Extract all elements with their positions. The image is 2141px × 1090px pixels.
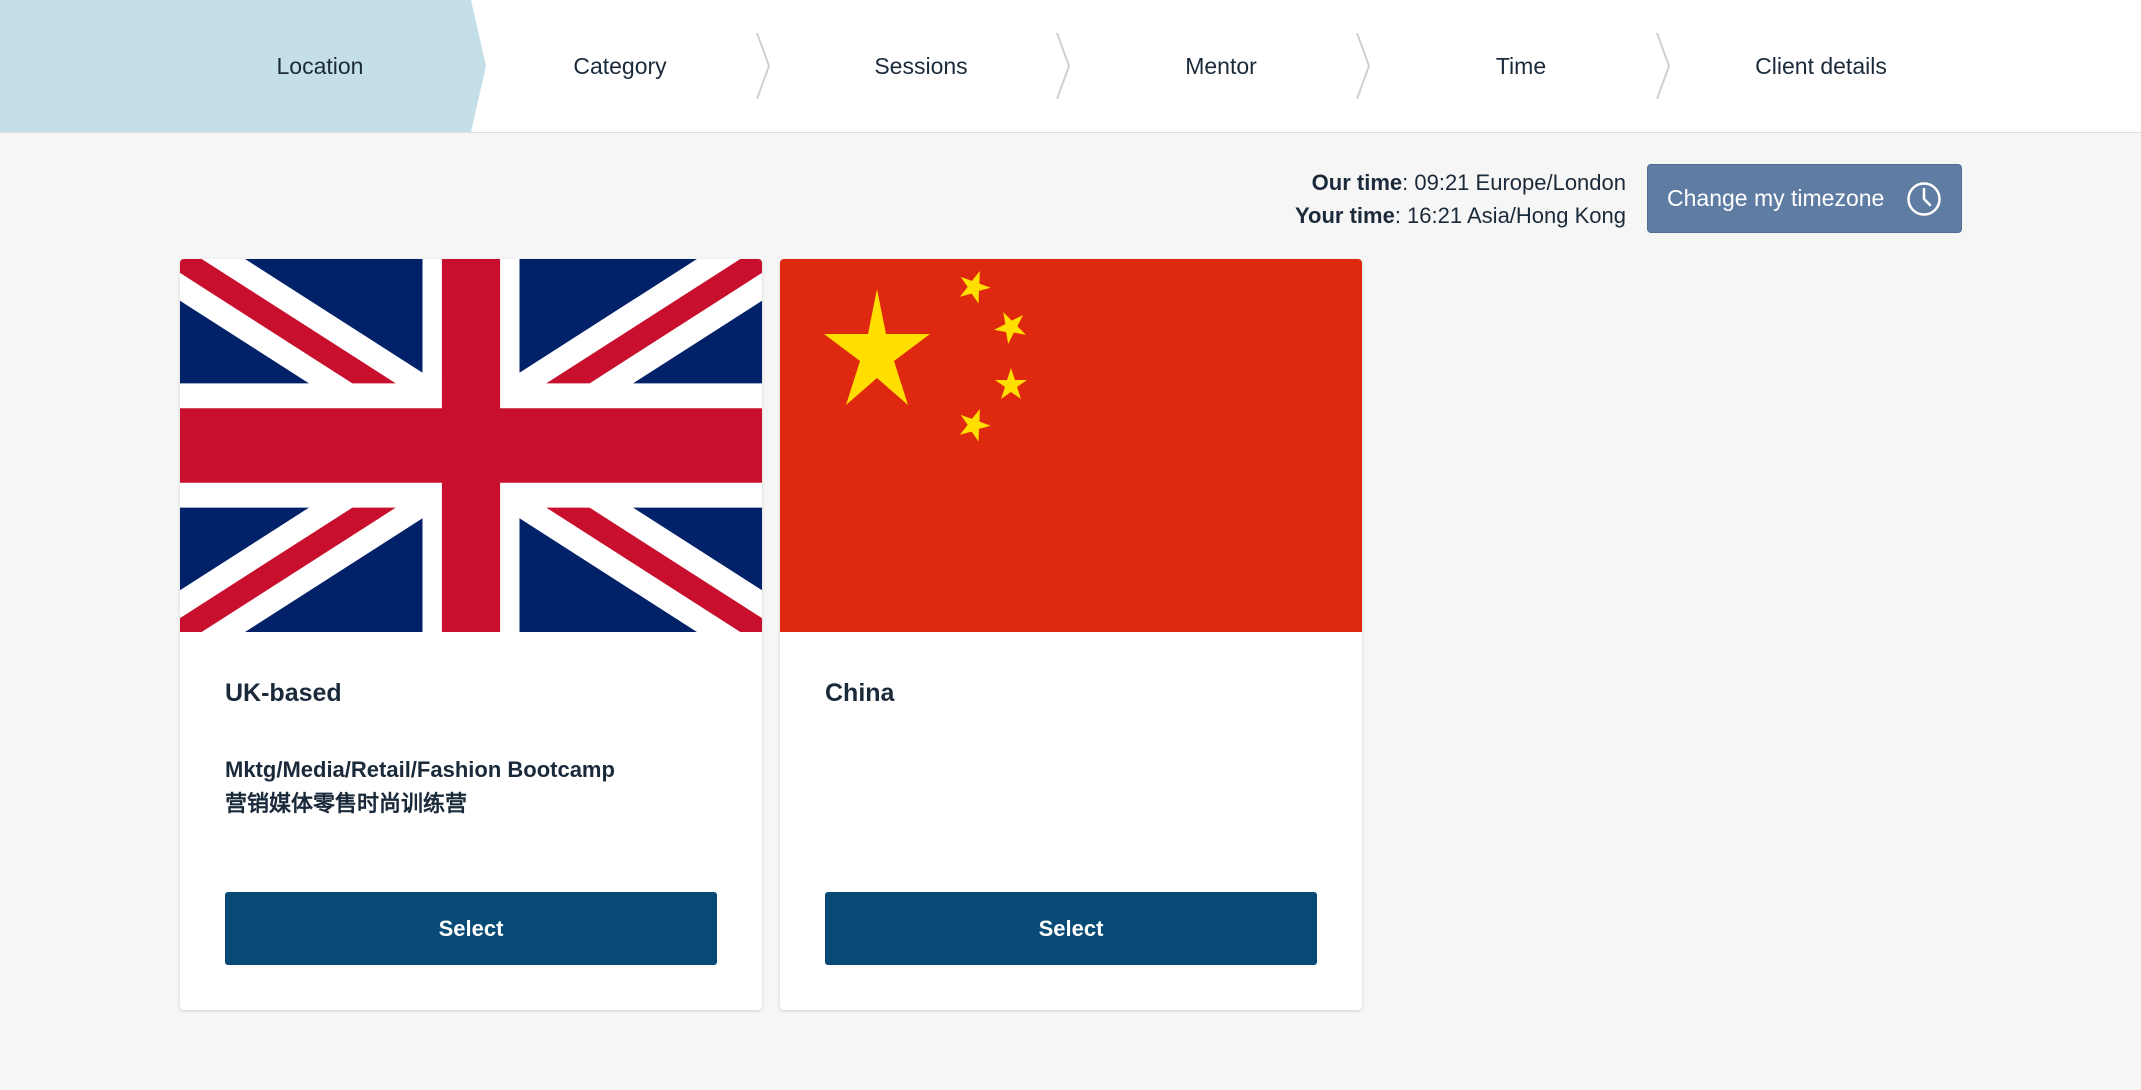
- step-sessions[interactable]: Sessions: [771, 0, 1071, 132]
- step-label: Location: [276, 52, 364, 79]
- our-time-label: Our time: [1311, 170, 1403, 195]
- uk-flag: [180, 259, 762, 632]
- your-time-value: : 16:21 Asia/Hong Kong: [1394, 203, 1626, 228]
- change-timezone-label: Change my timezone: [1667, 185, 1885, 211]
- card-title: UK-based: [225, 679, 342, 707]
- your-time-row: Your time: 16:21 Asia/Hong Kong: [1295, 199, 1626, 232]
- step-client-details[interactable]: Client details: [1671, 0, 1971, 132]
- chevron-right-icon: [1356, 33, 1370, 99]
- timezone-info: Our time: 09:21 Europe/London Your time:…: [1295, 166, 1626, 232]
- location-card-uk: UK-based Mktg/Media/Retail/Fashion Bootc…: [180, 259, 762, 1010]
- select-uk-button[interactable]: Select: [225, 892, 717, 965]
- chevron-right-icon: [1056, 33, 1070, 99]
- location-card-china: China Select: [780, 259, 1362, 1010]
- chevron-right-icon: [756, 33, 770, 99]
- step-label: Sessions: [874, 52, 968, 79]
- step-mentor[interactable]: Mentor: [1071, 0, 1371, 132]
- your-time-label: Your time: [1295, 203, 1395, 228]
- chevron-right-icon: [1656, 33, 1670, 99]
- china-flag: [780, 259, 1362, 632]
- our-time-value: : 09:21 Europe/London: [1402, 170, 1626, 195]
- select-china-button[interactable]: Select: [825, 892, 1317, 965]
- card-description-line: Mktg/Media/Retail/Fashion Bootcamp: [225, 757, 615, 782]
- clock-icon: [1907, 182, 1941, 216]
- step-label: Client details: [1755, 52, 1887, 79]
- booking-stepper: Location Category Sessions Mentor Time C…: [0, 0, 2141, 133]
- step-category[interactable]: Category: [470, 0, 770, 132]
- step-location[interactable]: Location: [170, 0, 470, 132]
- card-title: China: [825, 679, 895, 707]
- step-label: Mentor: [1185, 52, 1257, 79]
- step-time[interactable]: Time: [1371, 0, 1671, 132]
- card-description: Mktg/Media/Retail/Fashion Bootcamp 营销媒体零…: [225, 753, 615, 821]
- our-time-row: Our time: 09:21 Europe/London: [1295, 166, 1626, 199]
- card-description-line: 营销媒体零售时尚训练营: [225, 791, 468, 816]
- step-label: Category: [573, 52, 667, 79]
- change-timezone-button[interactable]: Change my timezone: [1647, 164, 1962, 233]
- step-label: Time: [1495, 52, 1547, 79]
